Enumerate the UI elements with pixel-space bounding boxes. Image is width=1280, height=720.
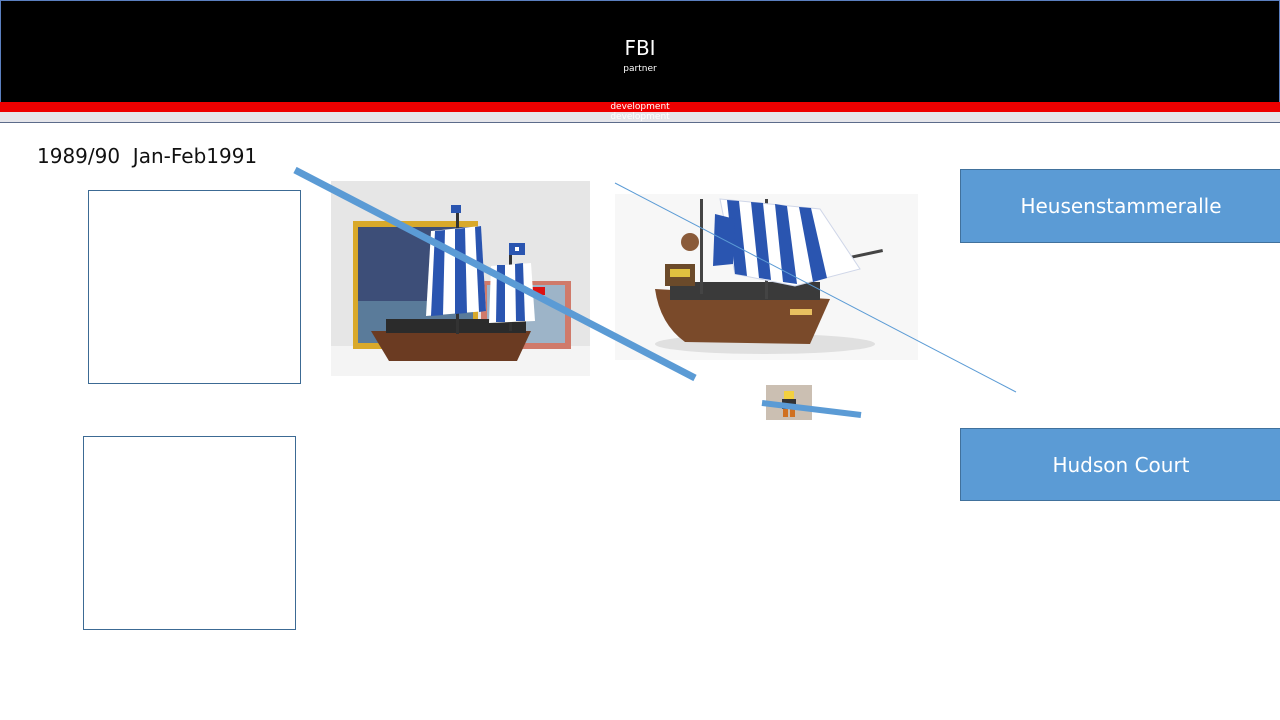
minifigure-photo <box>766 385 812 420</box>
red-band-label: development <box>610 102 670 112</box>
location-box-hudson-court: Hudson Court <box>960 428 1280 501</box>
header-title: FBI <box>624 36 656 60</box>
empty-image-frame-top <box>88 190 301 384</box>
ship-box-photo <box>331 181 590 376</box>
header-subtitle: partner <box>623 64 657 74</box>
gray-band-label: development <box>610 112 670 122</box>
empty-image-frame-bottom <box>83 436 296 630</box>
location-box-heusenstammeralle: Heusenstammeralle <box>960 169 1280 243</box>
slide: FBI partner development development 1989… <box>0 0 1280 720</box>
ship-photo <box>615 194 918 360</box>
date-range-text: 1989/90 Jan-Feb1991 <box>37 144 258 168</box>
